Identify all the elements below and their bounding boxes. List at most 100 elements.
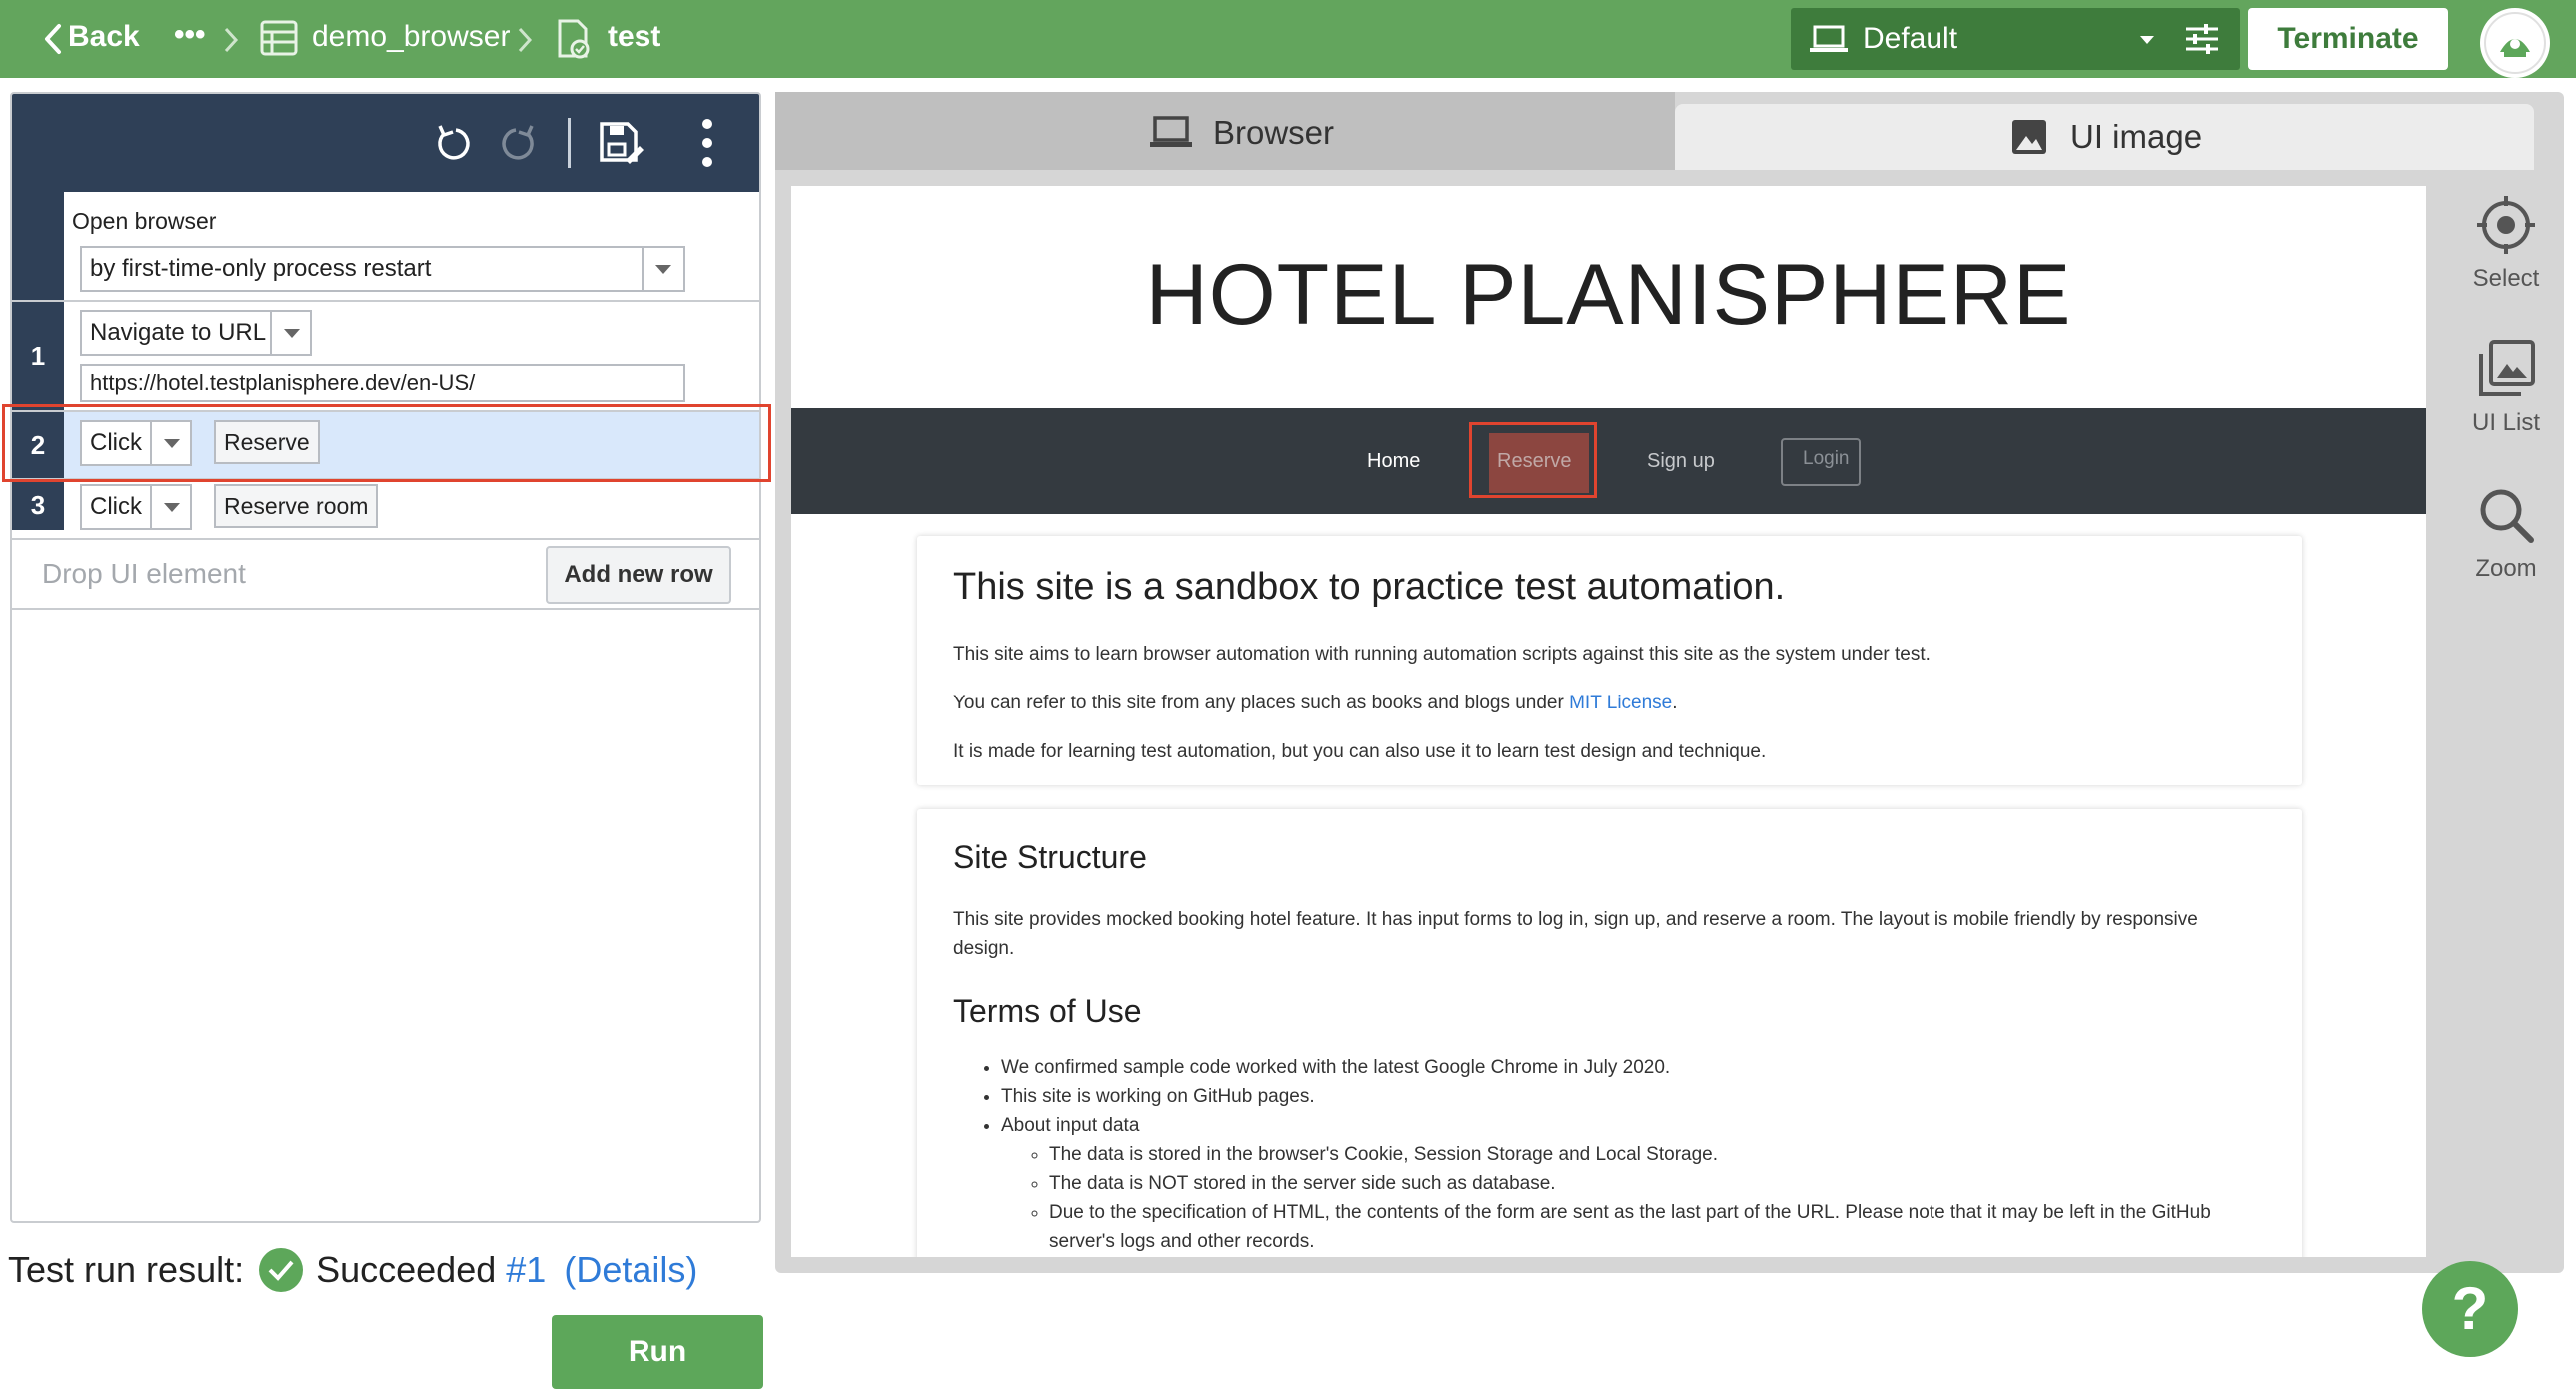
- intro-card: This site is a sandbox to practice test …: [917, 536, 2302, 785]
- breadcrumb-project[interactable]: demo_browser: [312, 20, 510, 54]
- intro-paragraph-2: You can refer to this site from any plac…: [953, 689, 2262, 717]
- steps-toolbar: [12, 94, 759, 192]
- test-steps-panel: Open browser by first-time-only process …: [10, 92, 761, 1223]
- terms-sublist: The data is stored in the browser's Cook…: [1001, 1140, 2262, 1256]
- action-select[interactable]: Click: [80, 484, 192, 530]
- table-icon: [260, 20, 298, 61]
- restart-option-value: by first-time-only process restart: [90, 255, 432, 282]
- back-button[interactable]: Back: [68, 20, 140, 54]
- list-item: The data is NOT stored in the server sid…: [1049, 1169, 2262, 1198]
- tab-ui-image-label: UI image: [2070, 118, 2203, 155]
- structure-paragraph: This site provides mocked booking hotel …: [953, 909, 2198, 959]
- row-divider: [12, 300, 759, 302]
- check-circle-icon: [258, 1247, 304, 1302]
- selected-step-outline: [2, 404, 771, 482]
- caret-down-icon: [2140, 36, 2154, 44]
- select-tool-label: Select: [2472, 265, 2540, 292]
- settings-sliders-icon[interactable]: [2184, 22, 2220, 61]
- list-item-text: About input data: [1001, 1115, 1140, 1136]
- image-icon: [2010, 118, 2048, 161]
- intro-paragraph-2-suffix: .: [1672, 693, 1678, 713]
- undo-icon[interactable]: [432, 122, 474, 169]
- chevron-left-icon[interactable]: [42, 22, 66, 56]
- zoom-tool-button[interactable]: Zoom: [2448, 484, 2564, 583]
- caret-down-icon[interactable]: [150, 486, 190, 528]
- ui-image-preview[interactable]: HOTEL PLANISPHERE Home Reserve Sign up L…: [791, 186, 2426, 1257]
- list-item: Due to the specification of HTML, the co…: [1049, 1198, 2262, 1256]
- result-status: Succeeded: [316, 1249, 497, 1290]
- row-divider: [12, 608, 759, 610]
- action-value: Navigate to URL: [90, 319, 267, 346]
- url-value: https://hotel.testplanisphere.dev/en-US/: [90, 370, 476, 395]
- ui-list-tool-button[interactable]: UI List: [2448, 338, 2564, 437]
- breadcrumb-test[interactable]: test: [608, 20, 660, 54]
- target-icon: [2477, 196, 2535, 254]
- add-new-row-label: Add new row: [564, 561, 713, 588]
- caret-down-icon[interactable]: [642, 248, 683, 290]
- list-item: This site is working on GitHub pages.: [1001, 1082, 2262, 1111]
- intro-heading: This site is a sandbox to practice test …: [953, 566, 1786, 608]
- run-number-link[interactable]: #1: [506, 1249, 546, 1290]
- intro-paragraph-1: This site aims to learn browser automati…: [953, 644, 1931, 665]
- hotel-title: HOTEL PLANISPHERE: [1145, 247, 2072, 343]
- avatar[interactable]: [2480, 8, 2550, 78]
- top-bar: Back ••• demo_browser test Default Termi…: [0, 0, 2576, 78]
- select-tool-button[interactable]: Select: [2448, 194, 2564, 293]
- step-number: 3: [30, 490, 46, 520]
- list-item: The data is stored in the browser's Cook…: [1049, 1140, 2262, 1169]
- chevron-right-icon: [516, 26, 534, 59]
- intro-paragraph-2-prefix: You can refer to this site from any plac…: [953, 693, 1570, 713]
- more-breadcrumbs-button[interactable]: •••: [174, 18, 206, 52]
- row-divider: [12, 538, 759, 540]
- action-select[interactable]: Navigate to URL: [80, 310, 312, 356]
- selected-element-outline: [1469, 422, 1597, 498]
- nav-sign-up[interactable]: Sign up: [1647, 450, 1715, 473]
- add-new-row-button[interactable]: Add new row: [546, 546, 731, 604]
- ui-list-tool-label: UI List: [2471, 409, 2540, 436]
- intro-paragraph-3: It is made for learning test automation,…: [953, 741, 1767, 762]
- tab-ui-image[interactable]: UI image: [1675, 104, 2534, 170]
- magnifier-icon: [2480, 489, 2534, 543]
- action-value: Click: [90, 493, 142, 520]
- list-item: About input data The data is stored in t…: [1001, 1111, 2262, 1256]
- laptop-icon: [1149, 116, 1193, 153]
- url-input[interactable]: https://hotel.testplanisphere.dev/en-US/: [80, 364, 685, 402]
- test-file-icon: [554, 18, 594, 65]
- nav-login-label: Login: [1803, 448, 1850, 469]
- save-icon[interactable]: [598, 120, 644, 171]
- step-label: Open browser: [72, 208, 217, 234]
- run-button[interactable]: Run: [552, 1315, 763, 1389]
- mit-license-link[interactable]: MIT License: [1569, 693, 1672, 713]
- ui-element-name: Reserve room: [224, 493, 369, 519]
- help-button[interactable]: ?: [2422, 1261, 2518, 1357]
- tab-browser-label: Browser: [1213, 114, 1335, 151]
- row-gutter: 1: [12, 302, 64, 410]
- test-run-result: Test run result: Succeeded #1 (Details): [8, 1248, 697, 1292]
- result-label: Test run result:: [8, 1249, 245, 1290]
- environment-select[interactable]: Default: [1791, 8, 2240, 70]
- terms-heading: Terms of Use: [953, 993, 1142, 1029]
- laptop-icon: [1809, 24, 1849, 59]
- list-item: We confirmed sample code worked with the…: [1001, 1053, 2262, 1082]
- row-gutter: [12, 192, 64, 300]
- drop-zone-placeholder[interactable]: Drop UI element: [42, 558, 246, 590]
- structure-card: Site Structure This site provides mocked…: [917, 809, 2302, 1257]
- step-number: 1: [30, 341, 46, 371]
- redo-icon[interactable]: [498, 122, 540, 169]
- terminate-button[interactable]: Terminate: [2248, 8, 2448, 70]
- tab-browser[interactable]: Browser: [775, 92, 1675, 170]
- terms-list: We confirmed sample code worked with the…: [953, 1053, 2262, 1256]
- details-link[interactable]: (Details): [564, 1249, 697, 1290]
- chevron-right-icon: [222, 26, 240, 59]
- hotel-navbar: Home Reserve Sign up Login: [791, 408, 2426, 514]
- nav-home[interactable]: Home: [1367, 450, 1420, 473]
- more-vertical-icon[interactable]: [701, 118, 713, 173]
- restart-option-select[interactable]: by first-time-only process restart: [80, 246, 685, 292]
- row-gutter: 3: [12, 480, 64, 530]
- caret-down-icon[interactable]: [270, 312, 310, 354]
- zoom-tool-label: Zoom: [2475, 555, 2537, 582]
- ui-element-chip[interactable]: Reserve room: [214, 484, 379, 528]
- toolbar-divider: [568, 118, 571, 168]
- structure-heading: Site Structure: [953, 839, 1147, 875]
- environment-label: Default: [1863, 22, 1958, 55]
